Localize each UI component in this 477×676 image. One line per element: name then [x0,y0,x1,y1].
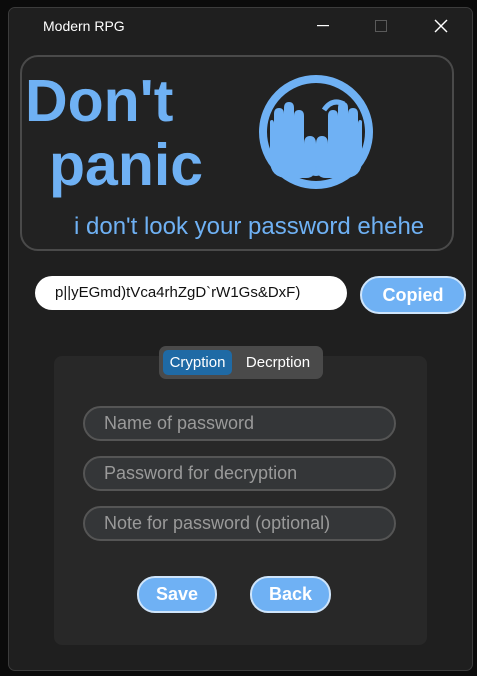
form-panel [54,356,427,645]
close-icon [434,19,448,33]
minimize-icon [317,25,329,27]
banner-heading-line2: panic [49,132,204,198]
mode-tabs: Cryption Decrption [159,346,323,379]
banner-heading-line1: Don't [25,68,174,134]
maximize-button[interactable] [358,8,404,44]
close-button[interactable] [418,8,464,44]
window-title: Modern RPG [43,18,125,34]
password-note-input[interactable]: Note for password (optional) [83,506,396,541]
copy-password-button[interactable]: Copied [360,276,466,314]
banner-subtitle: i don't look your password ehehe [74,213,425,240]
title-bar[interactable]: Modern RPG [9,8,472,44]
decryption-password-input[interactable]: Password for decryption [83,456,396,491]
save-button[interactable]: Save [137,576,217,613]
generated-password-field[interactable]: p||yEGmd)tVca4rhZgD`rW1Gs&DxF) [35,276,347,310]
back-button[interactable]: Back [250,576,331,613]
minimize-button[interactable] [300,8,346,44]
app-window: Modern RPG Don't panic i don't look your… [8,7,473,671]
banner: Don't panic i don't look your password e… [20,55,454,251]
tab-cryption[interactable]: Cryption [163,350,232,375]
password-name-input[interactable]: Name of password [83,406,396,441]
face-covering-eyes-icon [259,75,373,189]
tab-decrption[interactable]: Decrption [237,350,319,375]
maximize-icon [375,20,387,32]
